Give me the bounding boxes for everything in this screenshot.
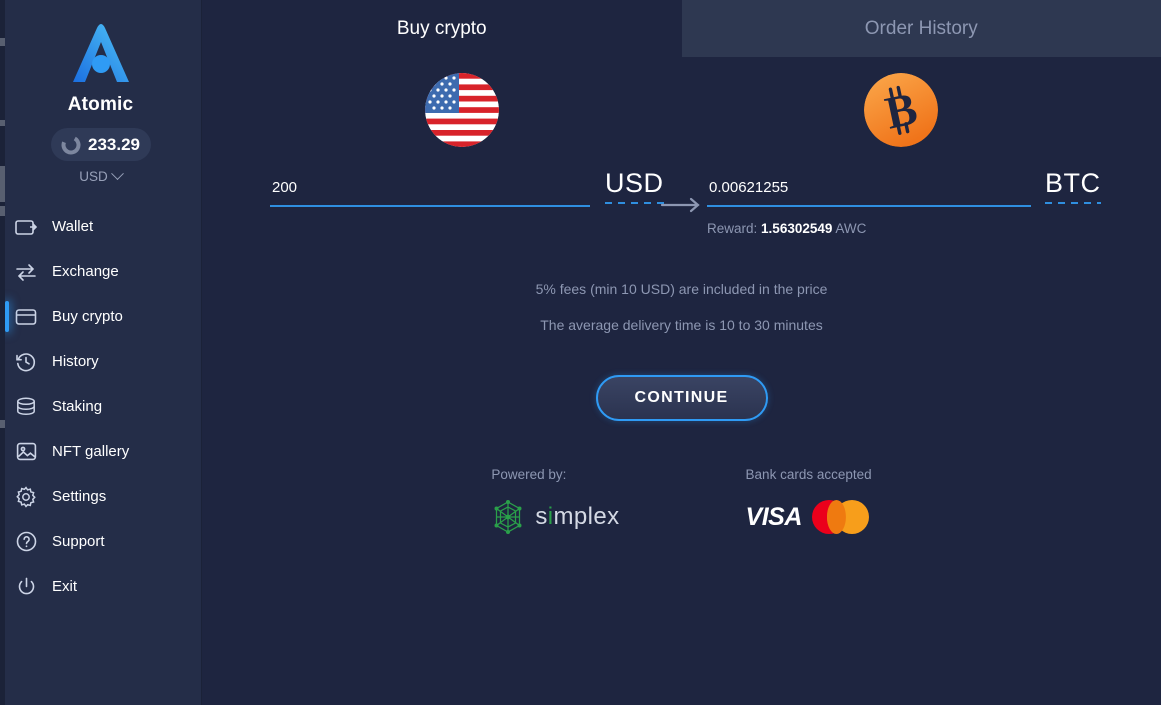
to-currency-label: BTC bbox=[1045, 168, 1101, 198]
reward-label: Reward: bbox=[707, 221, 758, 236]
cta-row: CONTINUE bbox=[202, 375, 1161, 421]
exchange-row: USD BTC Reward: bbox=[202, 168, 1161, 239]
simplex-wordmark: simplex bbox=[535, 503, 620, 530]
sidebar-item-label: Support bbox=[52, 533, 105, 550]
donut-chart-icon bbox=[61, 135, 81, 154]
reward-line: Reward: 1.56302549 AWC bbox=[707, 221, 866, 236]
tab-order-history[interactable]: Order History bbox=[681, 0, 1161, 57]
powered-by-label: Powered by: bbox=[491, 467, 567, 482]
from-currency-label: USD bbox=[605, 168, 664, 198]
tab-label: Buy crypto bbox=[396, 17, 487, 39]
bitcoin-icon: B bbox=[864, 73, 938, 147]
delivery-note: The average delivery time is 10 to 30 mi… bbox=[540, 317, 823, 333]
brand-block: Atomic 233.29 USD bbox=[0, 0, 201, 184]
brand-name: Atomic bbox=[67, 94, 134, 115]
sidebar-item-settings[interactable]: Settings bbox=[0, 474, 201, 519]
from-field-underline bbox=[270, 205, 590, 207]
mastercard-icon bbox=[811, 500, 869, 534]
tab-bar: Buy crypto Order History bbox=[202, 0, 1161, 57]
sidebar-item-label: Wallet bbox=[52, 218, 94, 235]
to-currency-selector[interactable]: BTC bbox=[1045, 168, 1101, 204]
sidebar-item-buy-crypto[interactable]: Buy crypto bbox=[0, 294, 201, 339]
main-panel: Buy crypto Order History B 200 USD 0.006… bbox=[202, 0, 1161, 705]
bank-cards-label: Bank cards accepted bbox=[745, 467, 872, 482]
buy-crypto-form: B USD bbox=[202, 57, 1161, 705]
currency-selector[interactable]: USD bbox=[0, 167, 201, 184]
from-currency-underline bbox=[605, 202, 664, 204]
currency-label: USD bbox=[79, 169, 108, 184]
window-left-edge bbox=[0, 0, 5, 705]
sidebar-item-history[interactable]: History bbox=[0, 339, 201, 384]
card-logos: VISA bbox=[746, 500, 872, 534]
usa-flag-icon bbox=[425, 73, 499, 147]
sidebar-item-label: Exchange bbox=[52, 263, 119, 280]
reward-value: 1.56302549 bbox=[761, 221, 833, 236]
currency-icons-row: B bbox=[202, 57, 1161, 177]
tab-label: Order History bbox=[864, 17, 978, 39]
sidebar-item-label: Settings bbox=[52, 488, 107, 505]
sidebar-item-wallet[interactable]: Wallet bbox=[0, 204, 201, 249]
chevron-down-icon bbox=[110, 167, 124, 181]
image-icon bbox=[14, 440, 38, 464]
to-amount-input[interactable] bbox=[707, 179, 1031, 205]
sidebar-item-nft-gallery[interactable]: NFT gallery bbox=[0, 429, 201, 474]
sidebar-item-staking[interactable]: Staking bbox=[0, 384, 201, 429]
sidebar-item-support[interactable]: Support bbox=[0, 519, 201, 564]
credit-card-icon bbox=[14, 305, 38, 329]
sidebar-item-label: Staking bbox=[52, 398, 103, 415]
clock-history-icon bbox=[14, 350, 38, 374]
sidebar-item-label: Buy crypto bbox=[52, 308, 123, 325]
tab-buy-crypto[interactable]: Buy crypto bbox=[202, 0, 682, 57]
sidebar-item-exchange[interactable]: Exchange bbox=[0, 249, 201, 294]
sidebar-item-label: Exit bbox=[52, 578, 78, 595]
simplex-mark-icon bbox=[494, 500, 522, 534]
exchange-icon bbox=[14, 260, 38, 284]
database-icon bbox=[14, 395, 38, 419]
balance-pill[interactable]: 233.29 bbox=[50, 128, 151, 161]
sidebar-item-label: History bbox=[52, 353, 99, 370]
question-circle-icon bbox=[14, 530, 38, 554]
from-amount-field bbox=[270, 179, 590, 207]
to-currency-underline bbox=[1045, 202, 1101, 204]
power-icon bbox=[14, 575, 38, 599]
arrow-right-icon bbox=[660, 197, 702, 213]
atomic-logo-icon bbox=[63, 18, 139, 90]
to-amount-field bbox=[707, 179, 1031, 207]
sidebar-item-label: NFT gallery bbox=[52, 443, 130, 460]
gear-icon bbox=[14, 485, 38, 509]
to-field-underline bbox=[707, 205, 1031, 207]
info-notes: 5% fees (min 10 USD) are included in the… bbox=[202, 281, 1161, 333]
from-currency-selector[interactable]: USD bbox=[605, 168, 664, 204]
sidebar: Atomic 233.29 USD Wallet Exchange Buy cr… bbox=[0, 0, 202, 705]
balance-amount: 233.29 bbox=[88, 134, 140, 154]
visa-icon: VISA bbox=[745, 502, 803, 531]
wallet-icon bbox=[14, 215, 38, 239]
simplex-logo: simplex bbox=[491, 500, 619, 534]
from-amount-input[interactable] bbox=[270, 179, 590, 205]
bank-cards-block: Bank cards accepted VISA bbox=[746, 467, 872, 534]
reward-unit: AWC bbox=[835, 221, 867, 236]
fees-note: 5% fees (min 10 USD) are included in the… bbox=[535, 281, 828, 297]
footer: Powered by: simplex Bank cards accepted … bbox=[202, 467, 1161, 534]
powered-by-block: Powered by: simplex bbox=[491, 467, 619, 534]
app-window: Atomic 233.29 USD Wallet Exchange Buy cr… bbox=[0, 0, 1161, 705]
sidebar-nav: Wallet Exchange Buy crypto History Staki… bbox=[0, 204, 201, 609]
continue-button[interactable]: CONTINUE bbox=[595, 375, 768, 421]
sidebar-item-exit[interactable]: Exit bbox=[0, 564, 201, 609]
